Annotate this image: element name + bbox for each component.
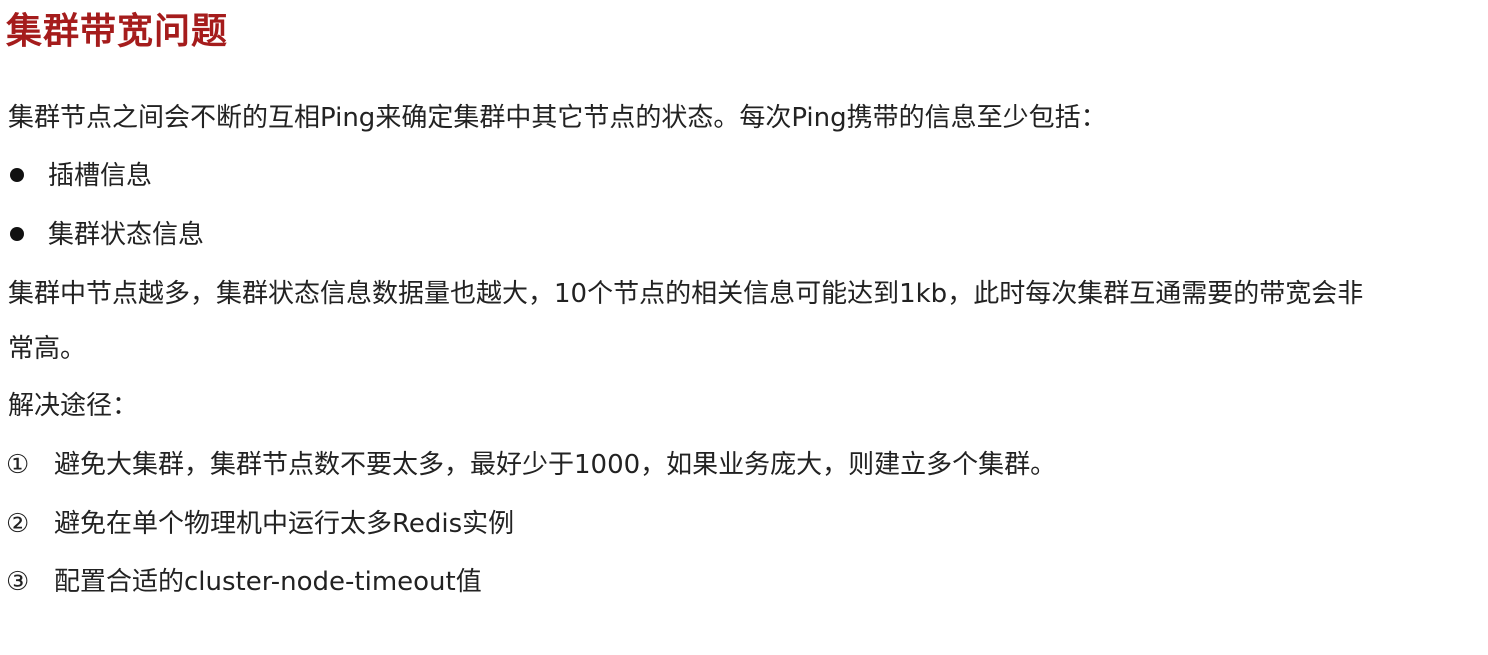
body-paragraph-line-2: 常高。	[8, 334, 87, 364]
step-number: ③	[6, 567, 30, 597]
bullet-dot-icon	[10, 226, 24, 241]
solution-step: ② 避免在单个物理机中运行太多Redis实例	[6, 504, 514, 544]
bullet-dot-icon	[10, 167, 24, 182]
intro-paragraph: 集群节点之间会不断的互相Ping来确定集群中其它节点的状态。每次Ping携带的信…	[8, 103, 1107, 133]
step-text: 配置合适的cluster-node-timeout值	[54, 567, 482, 597]
bullet-item-label: 集群状态信息	[48, 220, 205, 250]
bullet-item-label: 插槽信息	[48, 161, 153, 191]
solution-step: ③ 配置合适的cluster-node-timeout值	[6, 562, 482, 602]
step-text: 避免大集群，集群节点数不要太多，最好少于1000，如果业务庞大，则建立多个集群。	[54, 450, 1057, 480]
solution-step: ① 避免大集群，集群节点数不要太多，最好少于1000，如果业务庞大，则建立多个集群…	[6, 445, 1056, 485]
page-title: 集群带宽问题	[6, 11, 229, 52]
step-number: ②	[6, 509, 30, 539]
bullet-item: 集群状态信息	[10, 215, 204, 255]
document-page: 集群带宽问题 集群节点之间会不断的互相Ping来确定集群中其它节点的状态。每次P…	[0, 0, 1488, 655]
step-number: ①	[6, 450, 30, 480]
bullet-item: 插槽信息	[10, 156, 152, 196]
solutions-heading: 解决途径：	[8, 391, 139, 421]
step-text: 避免在单个物理机中运行太多Redis实例	[54, 509, 515, 539]
body-paragraph-line-1: 集群中节点越多，集群状态信息数据量也越大，10个节点的相关信息可能达到1kb，此…	[8, 279, 1364, 309]
